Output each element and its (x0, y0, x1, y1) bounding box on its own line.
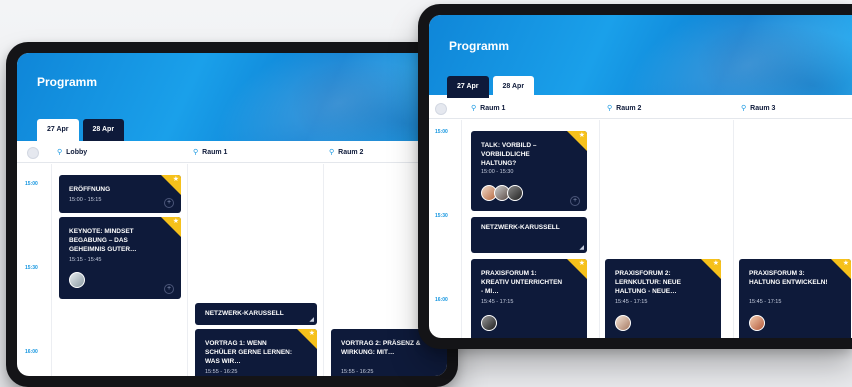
session-card-praxisforum-1[interactable]: ★ Praxisforum 1: Kreativ unterrichten - … (471, 259, 587, 338)
session-card-vortrag-1[interactable]: ★ Vortrag 1: Wenn Schüler gerne lernen: … (195, 329, 317, 376)
session-card-keynote[interactable]: ★ Keynote: Mindset Begabung – das Geheim… (59, 217, 181, 299)
date-tabs: 27 Apr 28 Apr (37, 119, 125, 141)
column-divider (733, 120, 734, 338)
avatar (481, 315, 497, 331)
location-pin-icon: ⚲ (57, 149, 63, 156)
star-icon[interactable]: ★ (309, 330, 315, 338)
avatar (69, 272, 85, 288)
star-icon[interactable]: ★ (579, 132, 585, 140)
time-label: 15:00 (25, 181, 38, 187)
column-divider (461, 120, 462, 338)
session-card-talk[interactable]: ★ Talk: Vorbild – vorbildliche Haltung? … (471, 131, 587, 211)
tab-28-apr[interactable]: 28 Apr (82, 119, 125, 141)
location-pin-icon: ⚲ (193, 149, 199, 156)
tab-27-apr[interactable]: 27 Apr (37, 119, 79, 141)
screen-right: Programm 27 Apr 28 Apr ⚲ Raum 1 ⚲ Raum 2… (429, 15, 852, 338)
time-label: 15:30 (435, 213, 448, 219)
speaker-avatars (615, 315, 631, 331)
tab-27-apr[interactable]: 27 Apr (447, 76, 489, 98)
scroll-handle[interactable] (27, 147, 39, 159)
time-label: 15:00 (435, 129, 448, 135)
location-pin-icon: ⚲ (329, 149, 335, 156)
session-card-eroeffnung[interactable]: ★ Eröffnung 15:00 - 15:15 + (59, 175, 181, 213)
avatar (749, 315, 765, 331)
speaker-avatars (69, 272, 85, 288)
avatar (507, 185, 523, 201)
star-icon[interactable]: ★ (579, 260, 585, 268)
room-header-lobby: ⚲ Lobby (57, 148, 88, 157)
column-divider (187, 164, 188, 376)
star-icon[interactable]: ★ (843, 260, 849, 268)
plus-icon[interactable]: + (164, 284, 174, 294)
star-icon[interactable]: ★ (713, 260, 719, 268)
room-header-raum-3: ⚲ Raum 3 (741, 104, 776, 113)
session-card-netzwerk-karussell[interactable]: Netzwerk-Karussell ◢ (195, 303, 317, 325)
room-header-raum-2: ⚲ Raum 2 (329, 148, 364, 157)
location-pin-icon: ⚲ (607, 105, 613, 112)
room-header-row: ⚲ Raum 1 ⚲ Raum 2 ⚲ Raum 3 (429, 99, 852, 119)
scroll-handle[interactable] (435, 103, 447, 115)
time-label: 16:00 (25, 349, 38, 355)
screen-left: Programm 27 Apr 28 Apr ⚲ Lobby ⚲ Raum 1 … (17, 53, 447, 376)
room-header-raum-1: ⚲ Raum 1 (193, 148, 228, 157)
app-title: Programm (449, 39, 510, 53)
room-header-raum-2: ⚲ Raum 2 (607, 104, 642, 113)
star-icon[interactable]: ★ (173, 176, 179, 184)
location-pin-icon: ⚲ (471, 105, 477, 112)
speaker-avatars (481, 315, 497, 331)
date-tabs: 27 Apr 28 Apr (447, 76, 535, 98)
session-card-netzwerk-karussell[interactable]: Netzwerk-Karussell ◢ (471, 217, 587, 253)
plus-icon[interactable]: + (164, 198, 174, 208)
plus-icon[interactable]: + (570, 196, 580, 206)
speaker-avatars (481, 185, 523, 201)
app-title: Programm (37, 75, 98, 89)
room-header-row: ⚲ Lobby ⚲ Raum 1 ⚲ Raum 2 (17, 143, 447, 163)
column-divider (323, 164, 324, 376)
session-card-praxisforum-3[interactable]: ★ Praxisforum 3: Haltung entwickeln! 15:… (739, 259, 851, 338)
tablet-right: Programm 27 Apr 28 Apr ⚲ Raum 1 ⚲ Raum 2… (418, 4, 852, 349)
speaker-avatars (749, 315, 765, 331)
tablet-left: Programm 27 Apr 28 Apr ⚲ Lobby ⚲ Raum 1 … (6, 42, 458, 387)
column-divider (599, 120, 600, 338)
room-header-raum-1: ⚲ Raum 1 (471, 104, 506, 113)
tab-28-apr[interactable]: 28 Apr (492, 76, 535, 98)
time-label: 16:00 (435, 297, 448, 303)
time-label: 15:30 (25, 265, 38, 271)
location-pin-icon: ⚲ (741, 105, 747, 112)
resize-handle-icon[interactable]: ◢ (579, 244, 584, 251)
star-icon[interactable]: ★ (173, 218, 179, 226)
session-card-praxisforum-2[interactable]: ★ Praxisforum 2: Lernkultur: Neue Haltun… (605, 259, 721, 338)
column-divider (51, 164, 52, 376)
avatar (615, 315, 631, 331)
resize-handle-icon[interactable]: ◢ (309, 316, 314, 323)
